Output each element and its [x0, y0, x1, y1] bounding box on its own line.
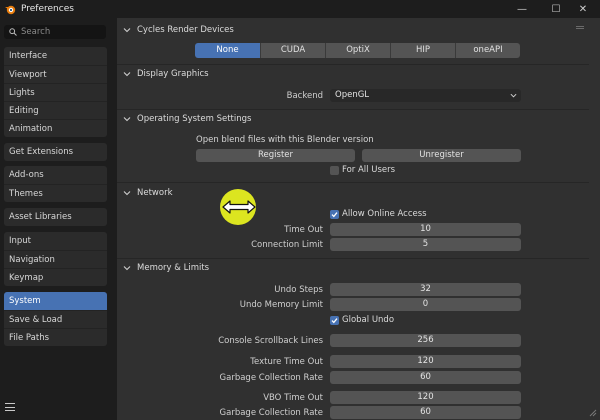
open-blend-text: Open blend files with this Blender versi…: [196, 135, 374, 145]
sidebar-item-asset-libraries[interactable]: Asset Libraries: [4, 208, 107, 226]
timeout-field[interactable]: 10: [330, 223, 521, 236]
sidebar-item-system[interactable]: System: [4, 292, 107, 310]
panel-header-display[interactable]: Display Graphics: [117, 65, 589, 83]
global-undo-checkbox[interactable]: [330, 316, 339, 325]
search-input[interactable]: Search: [4, 25, 106, 39]
device-option-hip[interactable]: HIP: [390, 43, 455, 58]
menu-icon[interactable]: [5, 403, 15, 411]
sidebar-item-keymap[interactable]: Keymap: [4, 268, 107, 286]
sidebar-group-interface: Interface Viewport Lights Editing Animat…: [4, 47, 107, 137]
check-icon: [331, 318, 338, 324]
sidebar-group-input: Input Navigation Keymap: [4, 232, 107, 286]
minimize-icon: —: [517, 3, 527, 15]
timeout-label: Time Out: [284, 225, 323, 235]
sidebar-item-animation[interactable]: Animation: [4, 119, 107, 137]
chevron-down-icon: [510, 93, 517, 98]
blender-logo-icon: [5, 5, 16, 15]
sidebar: Search Interface Viewport Lights Editing…: [0, 18, 114, 420]
chevron-down-icon: [123, 266, 131, 271]
sidebar-group-addons: Add-ons Themes: [4, 166, 107, 202]
texture-gc-rate-field[interactable]: 60: [330, 371, 521, 384]
undo-memory-limit-field[interactable]: 0: [330, 298, 521, 311]
undo-memory-limit-label: Undo Memory Limit: [239, 300, 323, 310]
device-option-optix[interactable]: OptiX: [325, 43, 390, 58]
unregister-button[interactable]: Unregister: [362, 149, 521, 162]
panel-header-os[interactable]: Operating System Settings: [117, 110, 589, 128]
vbo-timeout-label: VBO Time Out: [263, 393, 323, 403]
close-icon: ✕: [578, 3, 588, 15]
texture-timeout-label: Texture Time Out: [250, 357, 323, 367]
resize-horizontal-cursor-icon: [222, 200, 256, 214]
preferences-main: Cycles Render Devices None CUDA OptiX HI…: [117, 18, 600, 420]
device-option-cuda[interactable]: CUDA: [260, 43, 325, 58]
panel-title-network: Network: [137, 188, 173, 198]
check-icon: [331, 212, 338, 218]
search-icon: [9, 28, 17, 36]
minimize-button[interactable]: —: [504, 0, 540, 18]
backend-value: OpenGL: [335, 90, 370, 100]
vbo-gc-rate-label: Garbage Collection Rate: [219, 408, 323, 418]
connection-limit-label: Connection Limit: [251, 240, 323, 250]
panel-title-os: Operating System Settings: [137, 114, 252, 124]
device-option-none[interactable]: None: [195, 43, 260, 58]
backend-dropdown[interactable]: OpenGL: [330, 89, 521, 102]
console-scrollback-label: Console Scrollback Lines: [218, 336, 323, 346]
panel-header-memory[interactable]: Memory & Limits: [117, 259, 589, 277]
undo-steps-label: Undo Steps: [274, 285, 323, 295]
register-button[interactable]: Register: [196, 149, 355, 162]
sidebar-group-extensions: Get Extensions: [4, 143, 107, 161]
texture-gc-rate-label: Garbage Collection Rate: [219, 373, 323, 383]
chevron-down-icon: [123, 117, 131, 122]
sidebar-item-lights[interactable]: Lights: [4, 83, 107, 101]
for-all-users-checkbox[interactable]: [330, 166, 339, 175]
cycles-device-selector: None CUDA OptiX HIP oneAPI: [195, 43, 520, 58]
panel-title-cycles: Cycles Render Devices: [137, 25, 234, 35]
resize-grip-icon[interactable]: [587, 407, 597, 417]
vbo-timeout-field[interactable]: 120: [330, 391, 521, 404]
sidebar-item-interface[interactable]: Interface: [4, 47, 107, 65]
vbo-gc-rate-field[interactable]: 60: [330, 406, 521, 419]
chevron-down-icon: [123, 191, 131, 196]
sidebar-item-addons[interactable]: Add-ons: [4, 166, 107, 184]
for-all-users-label: For All Users: [342, 165, 396, 175]
sidebar-item-navigation[interactable]: Navigation: [4, 250, 107, 268]
online-access-label: Allow Online Access: [342, 209, 427, 219]
global-undo-label: Global Undo: [342, 315, 395, 325]
sidebar-group-assets: Asset Libraries: [4, 208, 107, 226]
backend-label: Backend: [286, 91, 323, 101]
device-option-oneapi[interactable]: oneAPI: [455, 43, 520, 58]
divider: [117, 182, 589, 183]
connection-limit-field[interactable]: 5: [330, 238, 521, 251]
sidebar-group-system: System Save & Load File Paths: [4, 292, 107, 346]
console-scrollback-field[interactable]: 256: [330, 334, 521, 347]
panel-header-network[interactable]: Network: [117, 184, 589, 202]
panel-title-memory: Memory & Limits: [137, 263, 210, 273]
panel-header-cycles[interactable]: Cycles Render Devices: [117, 21, 589, 39]
maximize-icon: ☐: [551, 3, 561, 15]
online-access-checkbox[interactable]: [330, 210, 339, 219]
sidebar-item-input[interactable]: Input: [4, 232, 107, 250]
sidebar-item-save-load[interactable]: Save & Load: [4, 310, 107, 328]
sidebar-item-get-extensions[interactable]: Get Extensions: [4, 143, 107, 161]
panel-title-display: Display Graphics: [137, 69, 209, 79]
sidebar-item-editing[interactable]: Editing: [4, 101, 107, 119]
sidebar-item-file-paths[interactable]: File Paths: [4, 328, 107, 346]
drag-handle-icon[interactable]: [576, 26, 584, 29]
chevron-down-icon: [123, 72, 131, 77]
sidebar-item-viewport[interactable]: Viewport: [4, 65, 107, 83]
window-title: Preferences: [21, 4, 74, 14]
sidebar-item-themes[interactable]: Themes: [4, 184, 107, 202]
texture-timeout-field[interactable]: 120: [330, 355, 521, 368]
undo-steps-field[interactable]: 32: [330, 283, 521, 296]
close-button[interactable]: ✕: [565, 0, 600, 18]
search-placeholder: Search: [21, 27, 51, 37]
chevron-down-icon: [123, 28, 131, 33]
